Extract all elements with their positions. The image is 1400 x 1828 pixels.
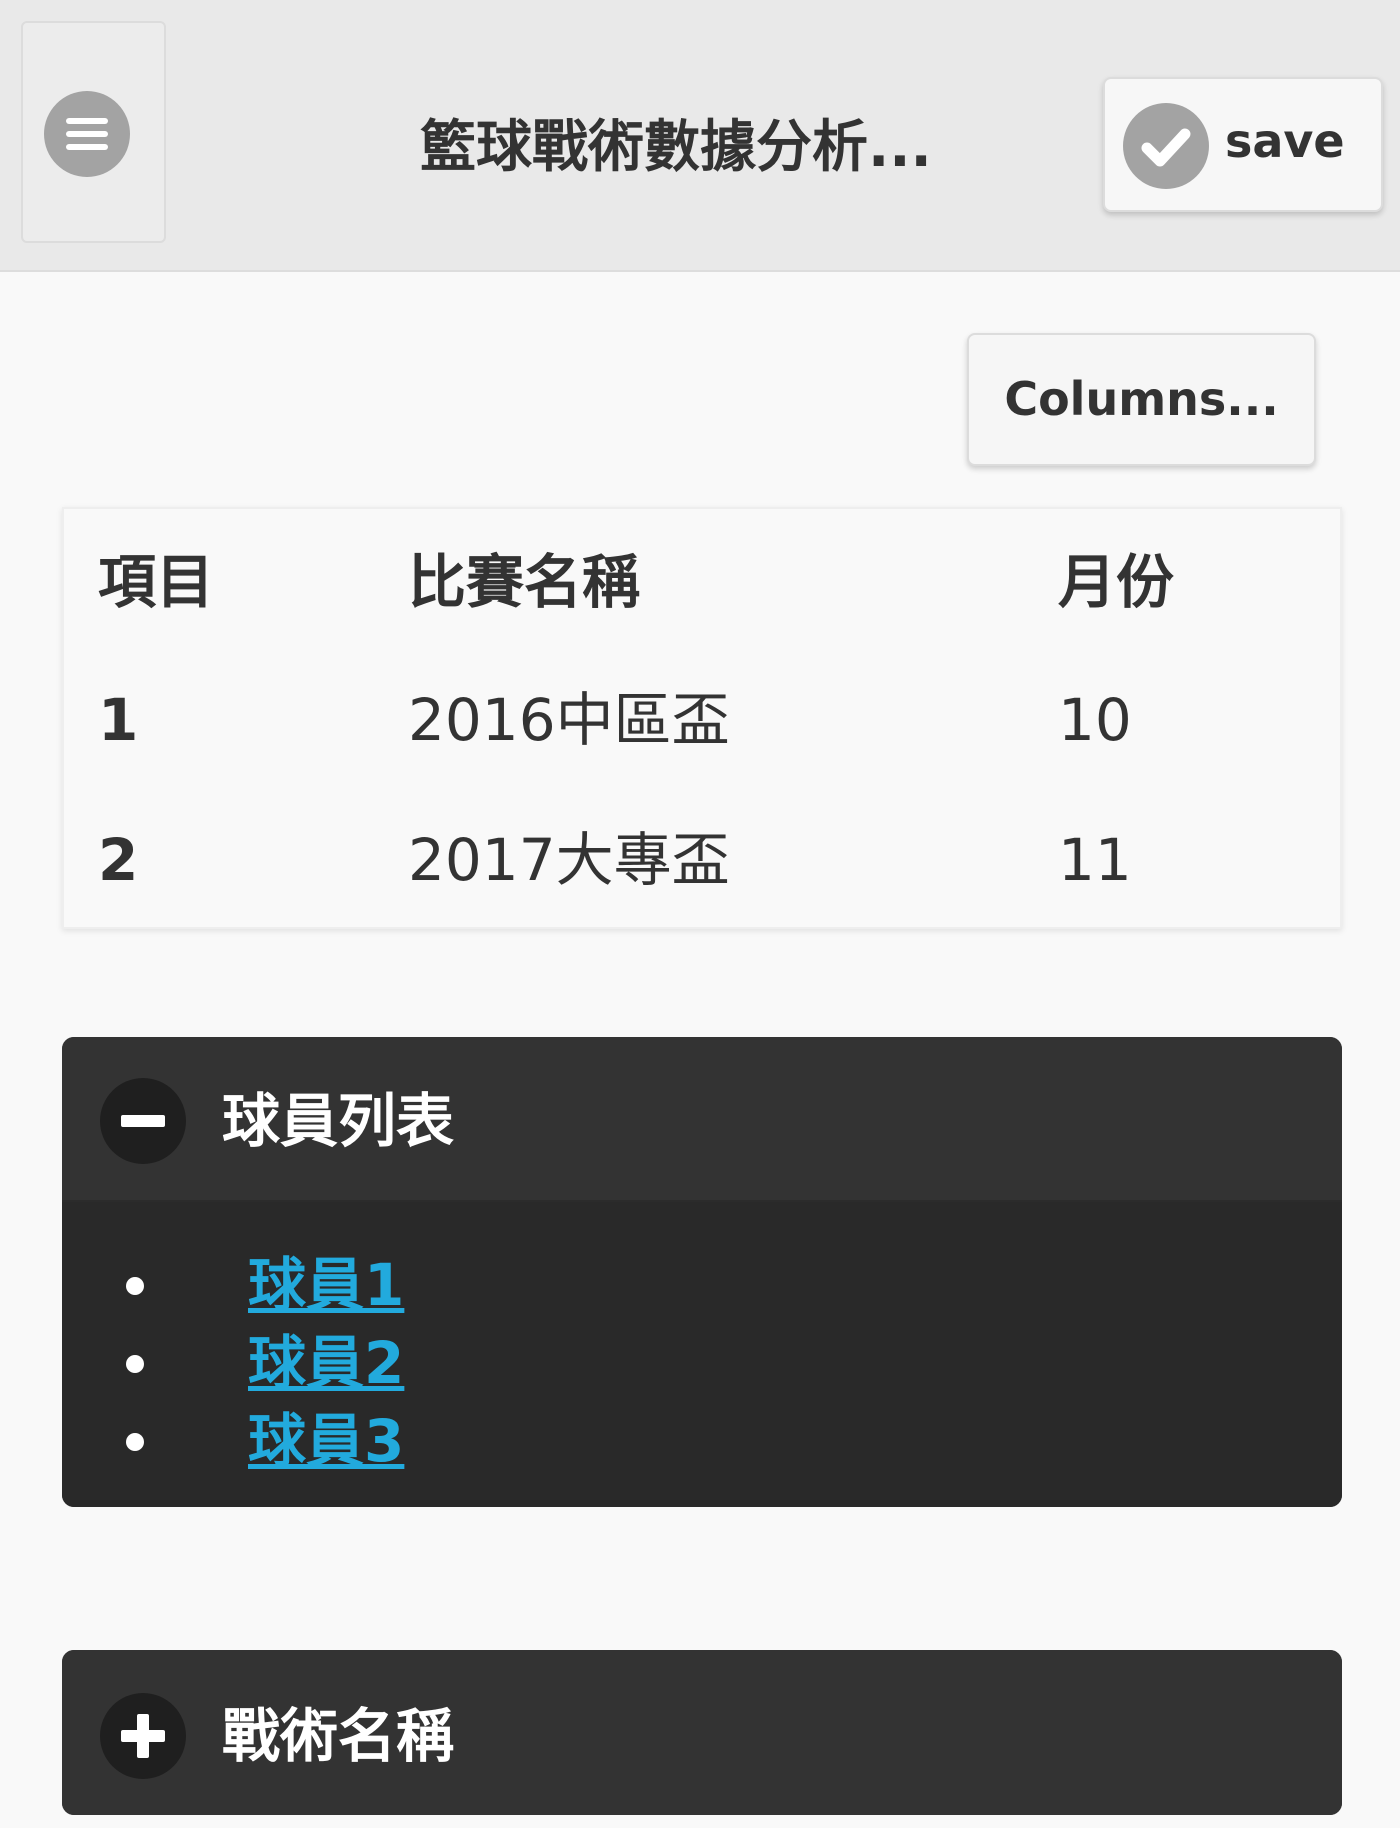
table-cell-item: 2 — [98, 826, 139, 894]
players-collapsible-header[interactable]: 球員列表 — [62, 1037, 1342, 1202]
column-header-item: 項目 — [98, 548, 215, 616]
minus-icon — [100, 1078, 186, 1164]
column-header-month: 月份 — [1058, 548, 1175, 616]
table-cell-month: 11 — [1058, 826, 1132, 894]
app-header: 籃球戰術數據分析... save — [0, 0, 1400, 272]
table-cell-item: 1 — [98, 686, 139, 754]
table-cell-match-name: 2016中區盃 — [408, 686, 730, 754]
table-cell-month: 10 — [1058, 686, 1132, 754]
player-link[interactable]: 球員2 — [248, 1323, 404, 1403]
player-link[interactable]: 球員1 — [248, 1245, 404, 1325]
players-collapsible: 球員列表 球員1 球員2 球員3 — [62, 1037, 1342, 1507]
player-link[interactable]: 球員3 — [248, 1401, 404, 1481]
plus-icon — [100, 1693, 186, 1779]
page-title: 籃球戰術數據分析... — [420, 115, 932, 180]
list-item: 球員1 — [62, 1245, 1342, 1323]
column-header-match-name: 比賽名稱 — [408, 548, 641, 616]
columns-button[interactable]: Columns... — [967, 333, 1316, 466]
list-item: 球員3 — [62, 1401, 1342, 1479]
data-table: 項目 比賽名稱 月份 1 2016中區盃 10 2 2017大專盃 11 — [62, 507, 1342, 929]
tactics-collapsible: 戰術名稱 — [62, 1650, 1342, 1815]
bullet-icon — [126, 1355, 144, 1373]
list-item: 球員2 — [62, 1323, 1342, 1401]
tactics-section-title: 戰術名稱 — [222, 1702, 455, 1770]
players-list: 球員1 球員2 球員3 — [62, 1202, 1342, 1507]
check-icon — [1123, 103, 1209, 189]
bullet-icon — [126, 1277, 144, 1295]
table-cell-match-name: 2017大專盃 — [408, 826, 730, 894]
tactics-collapsible-header[interactable]: 戰術名稱 — [62, 1650, 1342, 1815]
menu-button[interactable] — [21, 21, 166, 243]
players-section-title: 球員列表 — [222, 1087, 455, 1155]
bullet-icon — [126, 1433, 144, 1451]
save-button[interactable]: save — [1103, 77, 1383, 212]
save-label: save — [1225, 114, 1345, 168]
hamburger-icon — [44, 91, 130, 177]
